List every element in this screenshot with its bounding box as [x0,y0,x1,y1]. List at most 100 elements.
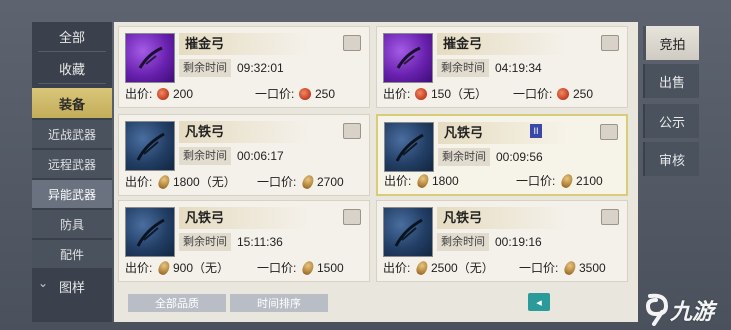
buyout-value: 2100 [576,174,603,188]
bow-icon [136,218,165,247]
gold-coin-icon [156,259,172,277]
divider [38,51,106,52]
time-remaining-label: 剩余时间 [179,147,231,165]
item-name: 摧金弓 [179,33,309,55]
time-remaining-value: 00:09:56 [496,150,543,164]
sidebar-item-label: 近战武器 [47,127,96,142]
favorite-checkbox[interactable] [343,35,361,51]
gold-coin-icon [300,173,316,191]
listing-card[interactable]: 摧金弓 剩余时间 09:32:01 出价: 200 一口价: 250 [118,26,370,108]
sidebar-item-patterns[interactable]: ⌄ 图样 [32,272,112,300]
sidebar-item-label: 装备 [58,97,85,113]
listing-card[interactable]: 摧金弓 剩余时间 04:19:34 出价: 150（无） 一口价: 250 [376,26,628,108]
sidebar-item-ranged-weapons[interactable]: 远程武器 [32,150,112,178]
bid-label: 出价: [125,175,153,189]
favorite-checkbox[interactable] [600,124,618,140]
listing-card[interactable]: 凡铁弓 II 剩余时间 00:09:56 出价: 1800 一口价: 2100 [376,114,628,196]
item-name: 凡铁弓 [179,121,309,143]
previous-page-button[interactable]: ◂ [528,293,550,311]
buyout-label: 一口价: [516,174,556,188]
bid-value: 150（无） [431,87,488,101]
buyout-value: 2700 [317,175,344,189]
sidebar-item-psionic-weapons[interactable]: 异能武器 [32,180,112,208]
tab-public-notice[interactable]: 公示 [643,104,699,138]
red-coin-icon [299,88,311,100]
buyout-label: 一口价: [257,261,297,275]
sidebar-item-accessories[interactable]: 配件 [32,240,112,268]
bow-icon [136,132,165,161]
red-coin-icon [557,88,569,100]
tab-auction[interactable]: 竞拍 [643,26,699,60]
item-thumbnail [125,121,175,171]
sidebar-item-label: 图样 [58,280,85,296]
favorite-checkbox[interactable] [343,123,361,139]
bid-value: 900（无） [173,261,230,275]
favorite-checkbox[interactable] [601,35,619,51]
buyout-label: 一口价: [519,261,559,275]
favorite-checkbox[interactable] [343,209,361,225]
sidebar-item-armor[interactable]: 防具 [32,210,112,238]
item-name: 摧金弓 [437,33,567,55]
price-row: 出价: 150（无） 一口价: 250 [383,85,621,103]
time-remaining-value: 15:11:36 [237,235,283,249]
time-remaining-label: 剩余时间 [437,233,489,251]
listing-card[interactable]: 凡铁弓 剩余时间 00:19:16 出价: 2500（无） 一口价: 3500 [376,200,628,282]
red-coin-icon [157,88,169,100]
sidebar-item-label: 异能武器 [47,187,96,202]
bow-icon [138,46,163,69]
sidebar-item-favorites[interactable]: 收藏 [32,54,112,82]
time-remaining-value: 04:19:34 [495,61,542,75]
bid-label: 出价: [384,174,412,188]
buyout-label: 一口价: [255,87,295,101]
quality-filter-button[interactable]: 全部品质 [128,294,226,312]
buyout-value: 3500 [579,261,606,275]
listing-card[interactable]: 凡铁弓 剩余时间 15:11:36 出价: 900（无） 一口价: 1500 [118,200,370,282]
bid-value: 1800 [432,174,459,188]
buyout-value: 250 [315,87,336,101]
sidebar-item-label: 全部 [58,30,85,46]
bid-value: 1800（无） [173,175,236,189]
tab-label: 公示 [658,114,685,130]
tab-review[interactable]: 审核 [643,142,699,176]
price-row: 出价: 1800（无） 一口价: 2700 [125,173,363,191]
bid-label: 出价: [383,261,411,275]
bid-label: 出价: [125,87,153,101]
item-thumbnail [125,33,175,83]
nine-game-logo-icon [645,293,669,326]
price-row: 出价: 200 一口价: 250 [125,85,363,103]
listing-card[interactable]: 凡铁弓 剩余时间 00:06:17 出价: 1800（无） 一口价: 2700 [118,114,370,196]
time-remaining-label: 剩余时间 [179,59,231,77]
watermark-text: 九游 [670,300,715,325]
category-sidebar: 全部 收藏 装备 近战武器 远程武器 异能武器 防具 配件 ⌄ 图样 [32,22,112,322]
buyout-label: 一口价: [513,87,553,101]
divider [38,83,106,84]
item-thumbnail [383,207,433,257]
item-thumbnail [383,33,433,83]
time-sort-button[interactable]: 时间排序 [230,294,328,312]
gold-coin-icon [414,259,430,277]
sidebar-item-label: 防具 [59,217,84,232]
item-name: 凡铁弓 [438,122,568,144]
time-remaining-value: 00:19:16 [495,235,542,249]
sidebar-item-label: 配件 [59,247,84,262]
watermark: 九游 [640,290,730,326]
tab-sell[interactable]: 出售 [643,64,699,98]
arrow-left-icon: ◂ [536,296,542,309]
bow-icon [395,133,424,162]
sidebar-item-equipment[interactable]: 装备 [32,88,112,118]
tab-label: 出售 [658,74,685,90]
item-thumbnail [384,122,434,172]
bow-icon [396,46,421,69]
time-remaining-value: 00:06:17 [237,149,284,163]
price-row: 出价: 2500（无） 一口价: 3500 [383,259,621,277]
red-coin-icon [415,88,427,100]
time-remaining-label: 剩余时间 [437,59,489,77]
favorite-checkbox[interactable] [601,209,619,225]
sidebar-item-melee-weapons[interactable]: 近战武器 [32,120,112,148]
sidebar-item-label: 远程武器 [47,157,96,172]
sidebar-item-all[interactable]: 全部 [32,22,112,50]
item-name: 凡铁弓 [437,207,567,229]
time-remaining-label: 剩余时间 [438,148,490,166]
bid-value: 2500（无） [431,261,494,275]
buyout-label: 一口价: [257,175,297,189]
